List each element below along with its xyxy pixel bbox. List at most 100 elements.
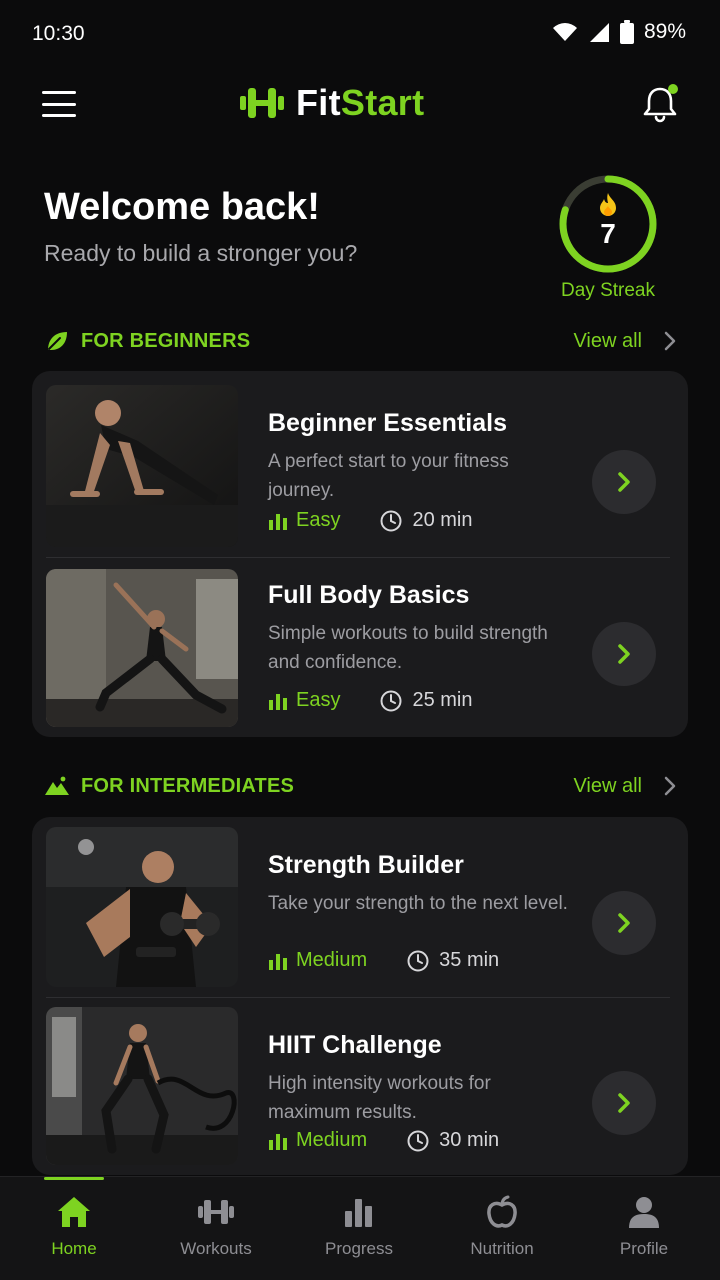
- intermediates-card: Strength Builder Take your strength to t…: [32, 817, 688, 1175]
- streak-label: Day Streak: [561, 280, 655, 301]
- notification-dot: [668, 84, 678, 94]
- beginners-card: Beginner Essentials A perfect start to y…: [32, 371, 688, 737]
- bar-level-icon: [269, 513, 287, 530]
- difficulty: Medium: [268, 1129, 367, 1152]
- duration-label: 25 min: [412, 689, 473, 711]
- person-icon: [629, 1197, 659, 1228]
- difficulty: Medium: [268, 949, 367, 972]
- nav-progress[interactable]: Progress: [287, 1195, 431, 1259]
- clock-icon: [407, 950, 429, 971]
- section-header-beginners: FOR BEGINNERS View all: [44, 326, 676, 356]
- workout-title: Full Body Basics: [268, 581, 470, 609]
- active-tab-indicator: [44, 1177, 104, 1180]
- menu-icon-bar: [42, 91, 76, 94]
- duration: 25 min: [380, 689, 473, 712]
- bottom-navigation: Home Workouts Progress Nutrition Profile: [0, 1176, 720, 1280]
- difficulty-label: Easy: [296, 689, 341, 711]
- menu-button[interactable]: [40, 88, 78, 120]
- dumbbell-icon: [240, 88, 284, 118]
- chevron-right-icon: [618, 644, 630, 664]
- duration: 35 min: [407, 949, 499, 972]
- clock-icon: [380, 510, 402, 531]
- open-workout-button[interactable]: [592, 450, 656, 514]
- workout-title: HIIT Challenge: [268, 1031, 442, 1059]
- bar-level-icon: [269, 693, 287, 710]
- nav-label: Progress: [324, 1239, 394, 1258]
- clock-icon: [407, 1130, 429, 1151]
- duration-label: 20 min: [412, 509, 473, 531]
- nav-nutrition[interactable]: Nutrition: [430, 1195, 574, 1259]
- open-workout-button[interactable]: [592, 622, 656, 686]
- welcome-subtitle: Ready to build a stronger you?: [44, 240, 358, 266]
- chevron-right-icon: [664, 776, 676, 796]
- pushup-photo: [46, 385, 238, 547]
- workout-description: A perfect start to your fitness journey.: [268, 451, 509, 501]
- clock-icon: [380, 690, 402, 711]
- section-title: FOR BEGINNERS: [81, 329, 251, 352]
- difficulty: Easy: [268, 689, 340, 712]
- view-all-intermediates-link[interactable]: View all: [573, 775, 676, 798]
- open-workout-button[interactable]: [592, 891, 656, 955]
- app-logo: FitStart: [240, 82, 424, 124]
- chevron-right-icon: [618, 913, 630, 933]
- workout-row-full-body-basics[interactable]: Full Body Basics Simple workouts to buil…: [46, 569, 672, 727]
- workout-row-hiit-challenge[interactable]: HIIT Challenge High intensity workouts f…: [46, 1007, 672, 1165]
- streak-days: 7: [600, 218, 616, 249]
- home-icon: [58, 1197, 90, 1227]
- section-header-intermediates: FOR INTERMEDIATES View all: [44, 771, 676, 801]
- divider: [46, 997, 670, 998]
- yoga-stretch-photo: [46, 569, 238, 727]
- workout-meta: Medium 35 min: [268, 949, 499, 972]
- difficulty: Easy: [268, 509, 340, 532]
- workout-description: High intensity workouts for maximum resu…: [268, 1073, 491, 1123]
- workout-meta: Easy 20 min: [268, 509, 473, 532]
- workout-title: Beginner Essentials: [268, 409, 507, 437]
- duration-label: 35 min: [439, 949, 500, 971]
- streak-ring[interactable]: 7: [556, 172, 660, 276]
- workout-row-strength-builder[interactable]: Strength Builder Take your strength to t…: [46, 827, 672, 987]
- chevron-right-icon: [618, 472, 630, 492]
- open-workout-button[interactable]: [592, 1071, 656, 1135]
- nav-profile[interactable]: Profile: [572, 1195, 716, 1259]
- wifi-icon: [552, 23, 577, 41]
- view-all-beginners-link[interactable]: View all: [573, 330, 676, 353]
- leaf-icon: [44, 328, 70, 354]
- difficulty-label: Easy: [296, 509, 341, 531]
- dumbbell-curl-photo: [46, 827, 238, 987]
- difficulty-label: Medium: [296, 1129, 368, 1151]
- mountain-icon: [44, 773, 70, 799]
- nav-label: Workouts: [180, 1239, 252, 1258]
- welcome-title: Welcome back!: [44, 186, 320, 228]
- notifications-button[interactable]: [640, 84, 680, 124]
- dumbbell-icon: [198, 1200, 234, 1224]
- workout-description: Simple workouts to build strength and co…: [268, 623, 548, 673]
- chevron-right-icon: [618, 1093, 630, 1113]
- signal-icon: [589, 23, 609, 42]
- menu-icon-bar: [42, 114, 76, 117]
- workout-description: Take your strength to the next level.: [268, 893, 568, 914]
- duration-label: 30 min: [439, 1129, 500, 1151]
- nav-label: Nutrition: [470, 1239, 534, 1258]
- battery-percent: 89%: [643, 20, 686, 43]
- battery-icon: [619, 20, 634, 44]
- nav-workouts[interactable]: Workouts: [144, 1195, 288, 1259]
- nav-home[interactable]: Home: [2, 1195, 146, 1259]
- view-all-label: View all: [573, 774, 642, 797]
- workout-row-beginner-essentials[interactable]: Beginner Essentials A perfect start to y…: [46, 385, 672, 547]
- app-title: FitStart: [296, 82, 424, 124]
- duration: 20 min: [380, 509, 473, 532]
- view-all-label: View all: [573, 329, 642, 352]
- chevron-right-icon: [664, 331, 676, 351]
- logo-text-start: Start: [340, 82, 425, 123]
- logo-text-fit: Fit: [296, 82, 341, 123]
- status-time: 10:30: [32, 22, 85, 45]
- divider: [46, 557, 670, 558]
- workout-meta: Easy 25 min: [268, 689, 473, 712]
- bar-level-icon: [269, 1133, 287, 1150]
- duration: 30 min: [407, 1129, 499, 1152]
- bar-level-icon: [269, 953, 287, 970]
- nav-label: Profile: [619, 1239, 669, 1258]
- difficulty-label: Medium: [296, 949, 368, 971]
- bar-chart-icon: [345, 1199, 372, 1227]
- workout-meta: Medium 30 min: [268, 1129, 499, 1152]
